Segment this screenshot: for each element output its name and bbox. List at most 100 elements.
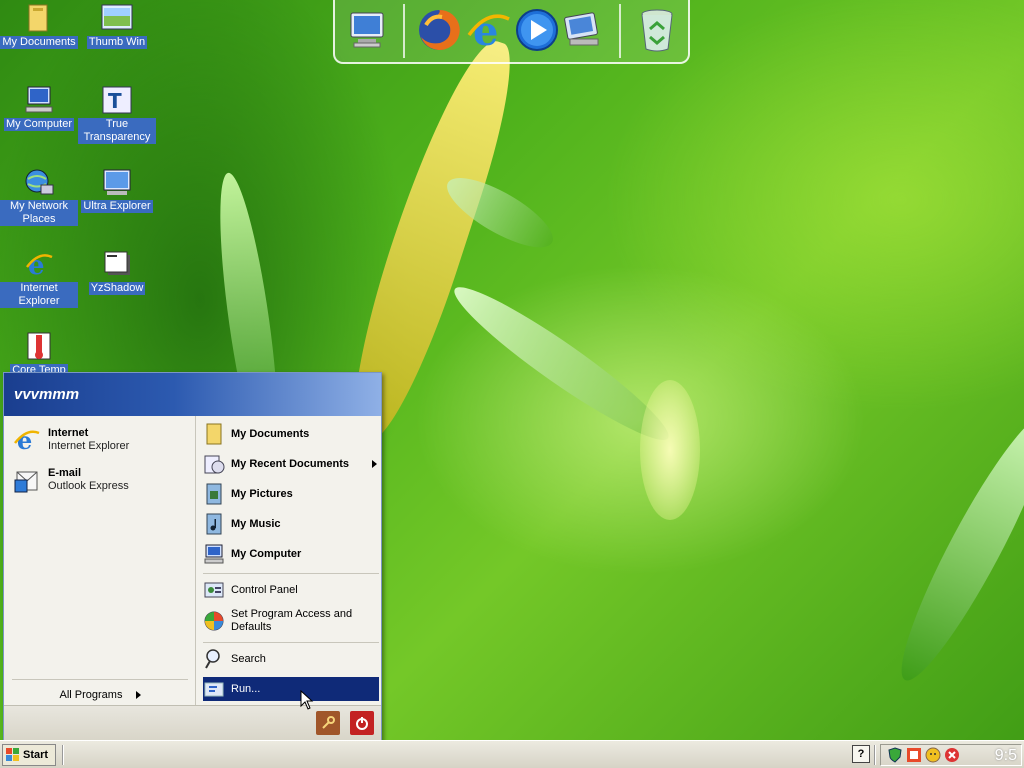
menu-label: My Documents xyxy=(231,428,310,440)
desktop-icon-label: Ultra Explorer xyxy=(81,200,153,213)
key-icon xyxy=(322,716,335,729)
menu-label: Control Panel xyxy=(231,584,298,596)
desktop-icon-my-network-places[interactable]: My Network Places xyxy=(0,166,78,226)
desktop-icon-my-documents[interactable]: My Documents xyxy=(0,2,78,49)
start-button[interactable]: Start xyxy=(2,744,56,766)
wallpaper-blade xyxy=(640,380,700,520)
clock[interactable]: 9:5 xyxy=(995,747,1017,765)
network-globe-icon xyxy=(23,166,55,198)
run-icon xyxy=(203,678,225,700)
desktop-icon-true-transparency[interactable]: T True Transparency xyxy=(78,84,156,144)
pinned-email[interactable]: E-mail Outlook Express xyxy=(4,460,195,500)
turn-off-button[interactable] xyxy=(350,711,374,735)
all-programs-button[interactable]: All Programs xyxy=(12,679,188,701)
windows-logo-icon xyxy=(6,748,19,761)
menu-label: My Music xyxy=(231,518,281,530)
menu-label: Run... xyxy=(231,683,261,695)
start-menu-left-pane: e Internet Internet Explorer E-mail Outl… xyxy=(4,416,196,706)
messenger-icon[interactable] xyxy=(925,747,941,763)
desktop-icon-label: My Documents xyxy=(0,36,78,49)
dock-separator xyxy=(619,4,621,58)
desktop-icon-ultra-explorer[interactable]: Ultra Explorer xyxy=(78,166,156,213)
desktop-icon-core-temp[interactable]: Core Temp xyxy=(0,330,78,377)
menu-control-panel[interactable]: Control Panel xyxy=(203,578,379,602)
dock: e xyxy=(333,0,690,64)
search-icon xyxy=(203,648,225,670)
pinned-title: E-mail xyxy=(48,467,82,479)
menu-my-documents[interactable]: My Documents xyxy=(203,420,379,448)
pinned-subtitle: Internet Explorer xyxy=(48,440,130,452)
desktop-icon-thumb-win[interactable]: Thumb Win xyxy=(78,2,156,49)
pinned-internet[interactable]: e Internet Internet Explorer xyxy=(4,420,195,460)
thermometer-icon xyxy=(23,330,55,362)
explorer-app-icon xyxy=(101,166,133,198)
desktop-icon-yzshadow[interactable]: YzShadow xyxy=(78,248,156,295)
security-shield-icon[interactable] xyxy=(887,747,903,763)
folder-icon xyxy=(23,2,55,34)
menu-set-program-access[interactable]: Set Program Access and Defaults xyxy=(203,606,379,636)
dock-recycle-bin-icon[interactable] xyxy=(633,6,681,54)
desktop-icon-internet-explorer[interactable]: e Internet Explorer xyxy=(0,248,78,308)
desktop-icon-label: My Network Places xyxy=(0,200,78,226)
dock-firefox-icon[interactable] xyxy=(415,6,463,54)
menu-separator xyxy=(203,642,379,643)
computer-icon xyxy=(203,543,225,565)
pinned-subtitle: Outlook Express xyxy=(48,480,129,492)
internet-explorer-icon: e xyxy=(12,425,42,455)
menu-label: My Pictures xyxy=(231,488,293,500)
internet-explorer-icon: e xyxy=(23,248,55,280)
desktop-icon-label: My Computer xyxy=(3,118,75,131)
control-panel-icon xyxy=(203,579,225,601)
arrow-right-icon xyxy=(135,691,141,700)
log-off-button[interactable] xyxy=(316,711,340,735)
menu-run[interactable]: Run... xyxy=(203,677,379,701)
menu-separator xyxy=(203,573,379,574)
taskbar-separator xyxy=(62,745,64,765)
desktop-icon-label: Internet Explorer xyxy=(0,282,78,308)
menu-my-recent-documents[interactable]: My Recent Documents xyxy=(203,450,379,478)
folder-icon xyxy=(203,423,225,445)
dock-separator xyxy=(403,4,405,58)
dock-media-player-icon[interactable] xyxy=(513,6,561,54)
menu-my-computer[interactable]: My Computer xyxy=(203,540,379,568)
pinned-title: Internet xyxy=(48,427,89,439)
menu-label: Set Program Access and Defaults xyxy=(231,608,353,633)
recent-documents-icon xyxy=(203,453,225,475)
program-access-icon xyxy=(203,610,225,632)
tray-app-icon[interactable] xyxy=(906,747,922,763)
pictures-folder-icon xyxy=(203,483,225,505)
desktop-icon-label: Thumb Win xyxy=(86,36,148,49)
thumbnail-app-icon xyxy=(101,2,133,34)
taskbar: Start ? 9:5 xyxy=(0,740,1024,768)
menu-label: My Computer xyxy=(231,548,302,560)
dock-internet-explorer-icon[interactable]: e xyxy=(465,6,513,54)
arrow-right-icon xyxy=(372,460,377,468)
start-menu-footer xyxy=(4,705,381,741)
system-tray: 9:5 xyxy=(880,744,1022,766)
transparency-app-icon: T xyxy=(101,84,133,116)
start-menu-header: vvvmmm xyxy=(4,373,381,416)
music-folder-icon xyxy=(203,513,225,535)
start-menu-right-pane: My Documents My Recent Documents My Pict… xyxy=(197,416,381,706)
dock-network-icon[interactable] xyxy=(559,6,607,54)
desktop-icon-my-computer[interactable]: My Computer xyxy=(0,84,78,131)
dock-my-computer-icon[interactable] xyxy=(343,6,391,54)
start-label: Start xyxy=(23,749,49,761)
outlook-express-icon xyxy=(12,465,42,495)
error-icon[interactable] xyxy=(944,747,960,763)
svg-text:T: T xyxy=(108,89,122,113)
desktop-icon-label: YzShadow xyxy=(88,282,146,295)
power-icon xyxy=(356,717,368,730)
menu-my-pictures[interactable]: My Pictures xyxy=(203,480,379,508)
help-button[interactable]: ? xyxy=(852,745,870,763)
menu-my-music[interactable]: My Music xyxy=(203,510,379,538)
mouse-cursor-icon xyxy=(300,689,314,710)
taskbar-separator xyxy=(874,745,876,765)
shadow-app-icon xyxy=(101,248,133,280)
user-name: vvvmmm xyxy=(14,386,80,403)
menu-label: Search xyxy=(231,653,266,665)
wallpaper-blade xyxy=(882,403,1024,692)
menu-search[interactable]: Search xyxy=(203,646,379,672)
start-menu: vvvmmm e Internet Internet Explorer E-ma… xyxy=(3,372,382,742)
menu-label: My Recent Documents xyxy=(231,458,349,470)
